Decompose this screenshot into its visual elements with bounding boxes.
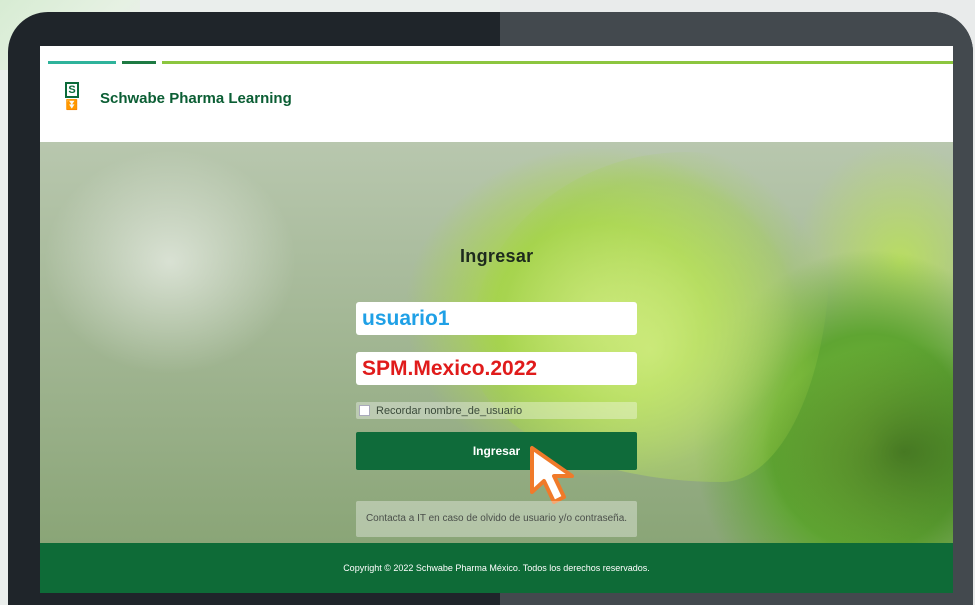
browser-viewport: S ⏬ Schwabe Pharma Learning Ingresar usu… [40, 46, 953, 593]
pointer-cursor-icon [530, 446, 574, 504]
brand-name[interactable]: Schwabe Pharma Learning [100, 90, 292, 107]
logo-s-icon: S [65, 82, 79, 98]
remember-username-row[interactable]: Recordar nombre_de_usuario [356, 402, 637, 419]
schwabe-logo-icon[interactable]: S ⏬ [64, 82, 80, 114]
footer-copyright: Copyright © 2022 Schwabe Pharma México. … [343, 563, 650, 573]
password-input[interactable]: SPM.Mexico.2022 [356, 352, 637, 385]
leaf-shadow-image [760, 342, 953, 543]
login-title: Ingresar [460, 246, 534, 266]
remember-label: Recordar nombre_de_usuario [376, 404, 523, 417]
site-footer: Copyright © 2022 Schwabe Pharma México. … [40, 543, 953, 593]
login-hero-background [40, 142, 953, 543]
forgot-credentials-help: Contacta a IT en caso de olvido de usuar… [356, 501, 637, 537]
username-input[interactable]: usuario1 [356, 302, 637, 335]
remember-checkbox[interactable] [359, 405, 370, 416]
logo-book-icon: ⏬ [65, 100, 79, 111]
device-frame: S ⏬ Schwabe Pharma Learning Ingresar usu… [8, 12, 973, 605]
login-submit-button[interactable]: Ingresar [356, 432, 637, 470]
